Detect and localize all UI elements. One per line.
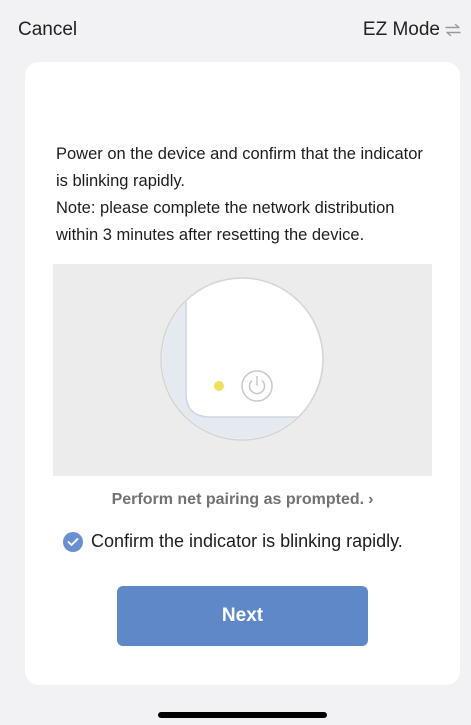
confirm-label: Confirm the indicator is blinking rapidl… (91, 531, 403, 551)
checkmark-icon (63, 531, 83, 552)
mode-label: EZ Mode (362, 19, 440, 40)
home-indicator (158, 712, 327, 718)
confirm-indicator-checkbox[interactable]: Confirm the indicator is blinking rapidl… (63, 531, 403, 552)
top-bar: Cancel EZ Mode (0, 0, 471, 62)
device-illustration (53, 264, 432, 476)
net-pairing-help-link[interactable]: Perform net pairing as prompted. › (25, 491, 460, 509)
chevron-right-icon: › (368, 491, 374, 508)
instructions: Power on the device and confirm that the… (56, 141, 436, 249)
note-text: Note: please complete the network distri… (56, 199, 395, 244)
next-button[interactable]: Next (117, 586, 368, 646)
instruction-text: Power on the device and confirm that the… (56, 145, 423, 190)
indicator-light (214, 381, 224, 391)
device-illustration-graphic (160, 277, 324, 441)
content-card: Power on the device and confirm that the… (25, 62, 460, 685)
swap-arrows-icon (445, 23, 461, 37)
help-link-label: Perform net pairing as prompted. (111, 491, 365, 508)
cancel-button[interactable]: Cancel (18, 19, 77, 41)
mode-switch-button[interactable]: EZ Mode (363, 19, 462, 41)
